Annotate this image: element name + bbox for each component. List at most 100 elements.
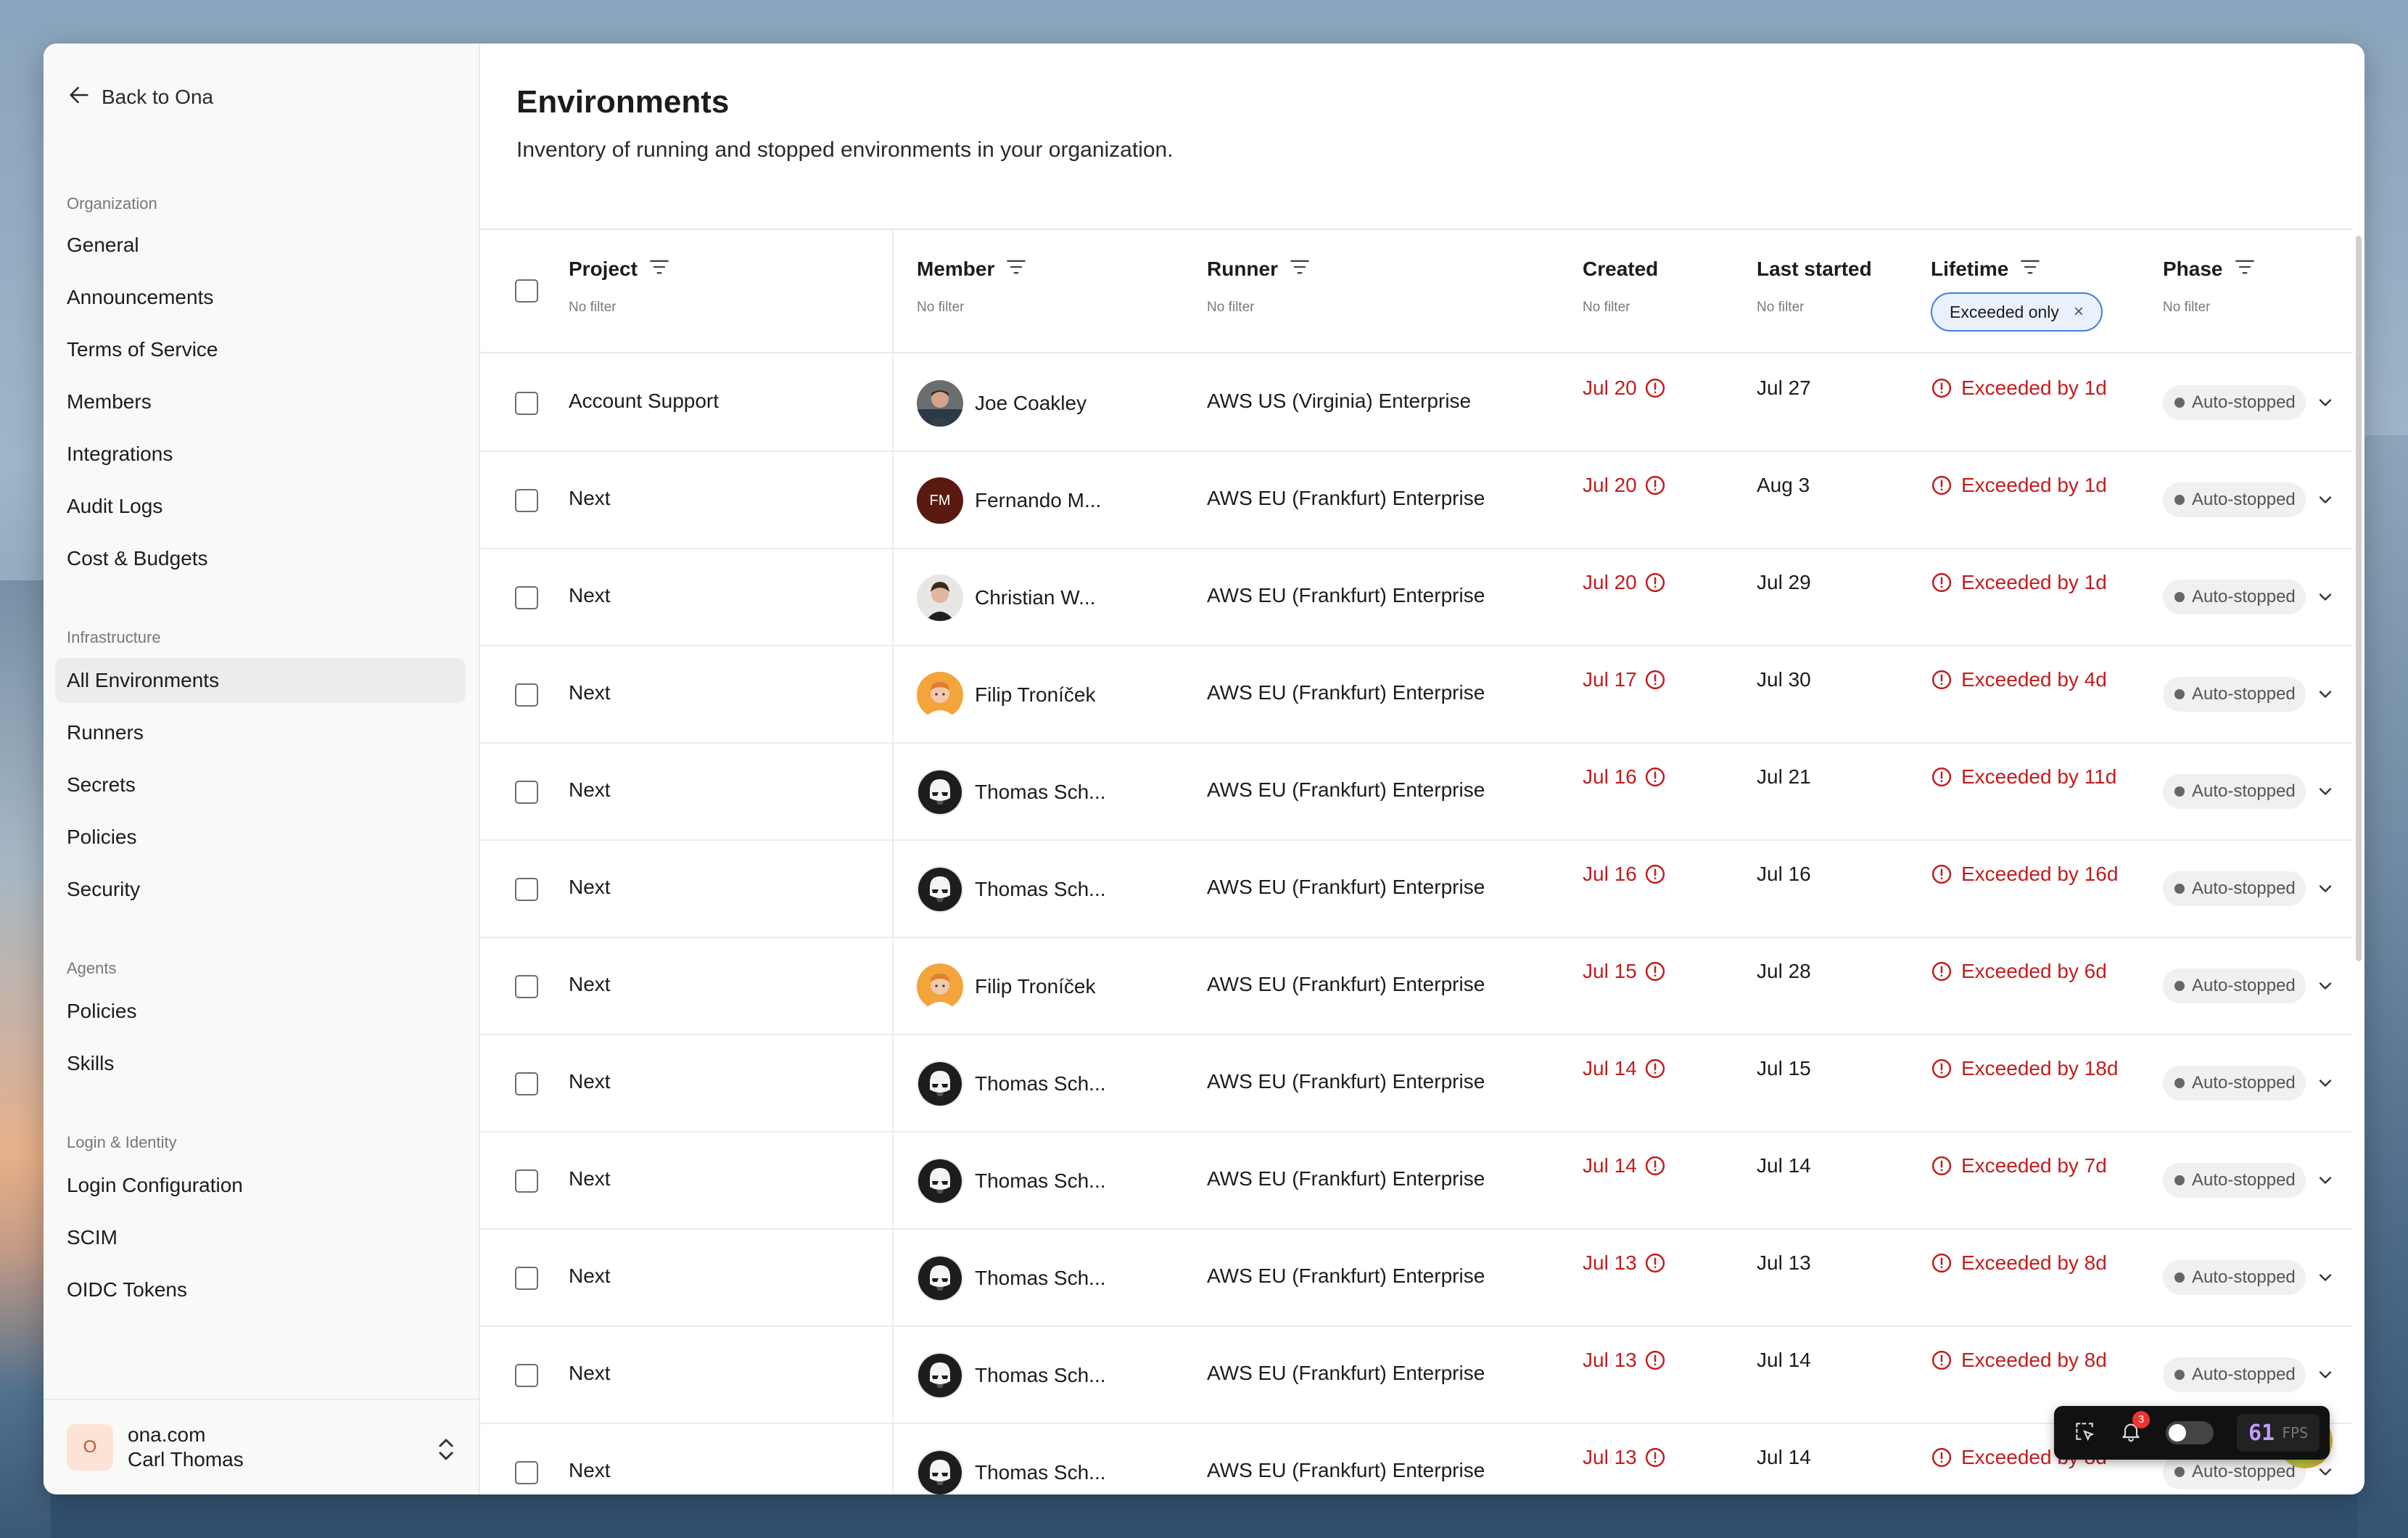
row-checkbox[interactable] — [515, 586, 538, 609]
column-last-started-label[interactable]: Last started — [1757, 258, 1872, 281]
phase-badge: Auto-stopped — [2163, 1163, 2306, 1198]
chevron-down-icon[interactable] — [2315, 1267, 2335, 1288]
avatar — [917, 963, 963, 1010]
chevron-down-icon[interactable] — [2315, 976, 2335, 996]
sidebar-item-policies[interactable]: Policies — [55, 989, 466, 1034]
runner-cell: AWS EU (Frankfurt) Enterprise — [1207, 487, 1485, 509]
project-cell: Next — [569, 681, 611, 704]
sidebar-item-general[interactable]: General — [55, 223, 466, 268]
lifetime-cell: Exceeded by 1d — [1931, 571, 2107, 594]
status-dot — [2174, 884, 2185, 894]
sidebar-item-oidc-tokens[interactable]: OIDC Tokens — [55, 1267, 466, 1312]
phase-cell: Auto-stopped — [2163, 482, 2306, 517]
table-row[interactable]: Next Thomas Sch... AWS EU (Frankfurt) Ente… — [480, 1230, 2353, 1327]
row-checkbox[interactable] — [515, 781, 538, 804]
row-checkbox[interactable] — [515, 489, 538, 512]
table-row[interactable]: Next Filip Troníček AWS EU (Frankfurt) Ent… — [480, 646, 2353, 744]
sidebar-item-policies[interactable]: Policies — [55, 815, 466, 860]
sidebar-item-terms-of-service[interactable]: Terms of Service — [55, 327, 466, 372]
table-row[interactable]: Next Thomas Sch... AWS EU (Frankfurt) Ente… — [480, 1035, 2353, 1132]
select-all-checkbox[interactable] — [515, 279, 538, 303]
row-checkbox[interactable] — [515, 1169, 538, 1193]
inspect-icon[interactable] — [2073, 1420, 2096, 1447]
lifetime-cell: Exceeded by 7d — [1931, 1154, 2107, 1177]
filter-chip-label: Exceeded only — [1950, 302, 2059, 321]
lifetime-value: Exceeded by 16d — [1961, 863, 2119, 885]
sidebar-item-integrations[interactable]: Integrations — [55, 432, 466, 477]
sidebar-item-login-configuration[interactable]: Login Configuration — [55, 1163, 466, 1208]
lifetime-cell: Exceeded by 16d — [1931, 863, 2118, 886]
created-date: Jul 16 — [1583, 863, 1637, 885]
phase-label: Auto-stopped — [2192, 684, 2296, 704]
last-started-cell: Aug 3 — [1757, 474, 1810, 496]
close-icon[interactable]: × — [2074, 302, 2084, 322]
member-name: Thomas Sch... — [975, 781, 1106, 803]
avatar — [917, 1158, 963, 1204]
chevron-down-icon[interactable] — [2315, 879, 2335, 899]
row-checkbox[interactable] — [515, 392, 538, 415]
sidebar-item-security[interactable]: Security — [55, 867, 466, 912]
chevron-down-icon[interactable] — [2315, 1073, 2335, 1093]
sidebar-item-skills[interactable]: Skills — [55, 1041, 466, 1086]
status-dot — [2174, 1370, 2185, 1380]
scrollbar-thumb[interactable] — [2356, 236, 2362, 961]
table-scrollbar[interactable] — [2353, 229, 2364, 961]
table-row[interactable]: Next Thomas Sch... AWS EU (Frankfurt) Ente… — [480, 1132, 2353, 1230]
created-cell: Jul 13 — [1583, 1446, 1666, 1469]
alert-circle-icon — [1644, 961, 1666, 982]
chevron-down-icon[interactable] — [2315, 1365, 2335, 1385]
account-switcher[interactable]: O ona.com Carl Thomas — [44, 1399, 479, 1494]
phase-cell: Auto-stopped — [2163, 385, 2306, 420]
row-checkbox[interactable] — [515, 1072, 538, 1095]
row-checkbox[interactable] — [515, 878, 538, 901]
row-checkbox[interactable] — [515, 683, 538, 707]
lifetime-value: Exceeded by 6d — [1961, 960, 2107, 982]
created-cell: Jul 16 — [1583, 863, 1666, 886]
alert-circle-icon — [1931, 1058, 1953, 1080]
row-checkbox[interactable] — [515, 1461, 538, 1484]
sidebar-item-secrets[interactable]: Secrets — [55, 762, 466, 807]
section-label: Agents — [67, 959, 117, 977]
sidebar-item-all-environments[interactable]: All Environments — [55, 658, 466, 703]
chevron-down-icon[interactable] — [2315, 490, 2335, 510]
notifications-button[interactable]: 3 — [2119, 1410, 2150, 1447]
lifetime-value: Exceeded by 1d — [1961, 571, 2107, 593]
table-row[interactable]: Next FM Fernando M... AWS EU (Frankfurt) En… — [480, 452, 2353, 549]
chevron-down-icon[interactable] — [2315, 1170, 2335, 1190]
filter-icon[interactable] — [2020, 258, 2040, 281]
column-created-label[interactable]: Created — [1583, 258, 1658, 281]
sidebar-item-audit-logs[interactable]: Audit Logs — [55, 484, 466, 529]
table-row[interactable]: Next Filip Troníček AWS EU (Frankfurt) Ent… — [480, 938, 2353, 1035]
filter-icon[interactable] — [1290, 258, 1310, 281]
sidebar-item-runners[interactable]: Runners — [55, 710, 466, 755]
filter-icon[interactable] — [2235, 258, 2255, 281]
back-link[interactable]: Back to Ona — [67, 77, 213, 118]
sidebar-item-members[interactable]: Members — [55, 379, 466, 424]
chevron-down-icon[interactable] — [2315, 587, 2335, 607]
chevron-down-icon[interactable] — [2315, 392, 2335, 413]
row-checkbox[interactable] — [515, 1267, 538, 1290]
runner-cell: AWS EU (Frankfurt) Enterprise — [1207, 1070, 1485, 1093]
member-cell: Thomas Sch... — [917, 866, 1106, 913]
last-started-cell: Jul 14 — [1757, 1349, 1811, 1371]
theme-toggle[interactable] — [2166, 1421, 2214, 1444]
sidebar-item-scim[interactable]: SCIM — [55, 1215, 466, 1260]
table-row[interactable]: Next Thomas Sch... AWS EU (Frankfurt) Ente… — [480, 841, 2353, 938]
table-row[interactable]: Account Support Joe Coakley AWS US (Virgin… — [480, 355, 2353, 452]
sidebar-item-cost-budgets[interactable]: Cost & Budgets — [55, 536, 466, 581]
created-date: Jul 13 — [1583, 1349, 1637, 1371]
filter-icon[interactable] — [649, 258, 669, 281]
filter-icon[interactable] — [1006, 258, 1026, 281]
phase-label: Auto-stopped — [2192, 490, 2296, 509]
project-cell: Next — [569, 584, 611, 606]
chevron-down-icon[interactable] — [2315, 684, 2335, 704]
chevron-down-icon[interactable] — [2315, 781, 2335, 802]
sidebar-item-announcements[interactable]: Announcements — [55, 275, 466, 320]
table-row[interactable]: Next Thomas Sch... AWS EU (Frankfurt) Ente… — [480, 744, 2353, 841]
lifetime-filter-chip[interactable]: Exceeded only × — [1931, 292, 2103, 332]
lifetime-cell: Exceeded by 18d — [1931, 1057, 2118, 1080]
row-checkbox[interactable] — [515, 975, 538, 998]
row-checkbox[interactable] — [515, 1364, 538, 1387]
created-cell: Jul 13 — [1583, 1251, 1666, 1275]
table-row[interactable]: Next Christian W... AWS EU (Frankfurt) Ent… — [480, 549, 2353, 646]
